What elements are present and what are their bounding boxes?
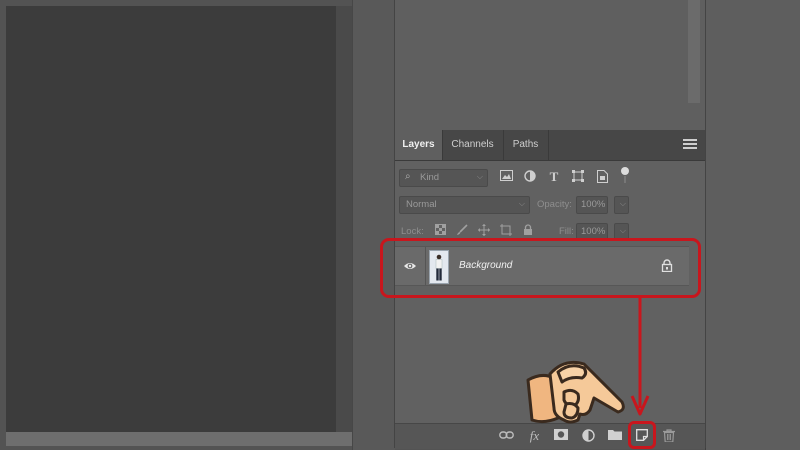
chevron-down-icon: ⌵ xyxy=(619,226,626,235)
lock-paint-icon[interactable] xyxy=(455,224,469,238)
delete-layer-icon[interactable] xyxy=(661,429,676,443)
link-layers-icon[interactable] xyxy=(499,429,514,443)
adjustment-filter-icon[interactable] xyxy=(523,170,537,184)
lock-position-icon[interactable] xyxy=(477,224,491,238)
panel-menu-icon[interactable] xyxy=(683,139,697,151)
lock-artboard-icon[interactable] xyxy=(499,224,513,238)
lock-label: Lock: xyxy=(401,226,424,237)
panel-gutter xyxy=(352,0,395,450)
type-filter-icon[interactable]: T xyxy=(547,170,561,184)
shape-filter-icon[interactable] xyxy=(571,170,585,184)
filter-toggle-icon[interactable] xyxy=(618,166,632,183)
add-mask-icon[interactable] xyxy=(553,429,568,443)
document-canvas[interactable] xyxy=(6,6,336,432)
adjustment-layer-icon[interactable] xyxy=(581,429,596,443)
tab-paths[interactable]: Paths xyxy=(503,130,549,160)
layers-bottom-toolbar: fx xyxy=(395,423,705,449)
upper-panel xyxy=(394,0,706,130)
pointing-hand-icon xyxy=(526,360,625,424)
lock-all-icon[interactable] xyxy=(521,224,535,238)
lock-transparent-icon[interactable] xyxy=(433,224,447,238)
chevron-down-icon: ⌵ xyxy=(619,199,626,208)
tab-layers[interactable]: Layers xyxy=(395,130,443,160)
highlight-new-layer-button xyxy=(628,421,656,449)
upper-panel-scrollbar[interactable] xyxy=(688,0,700,103)
opacity-stepper[interactable]: ⌵ xyxy=(614,196,629,214)
blend-mode-value: Normal xyxy=(406,199,437,210)
chevron-down-icon: ⌵ xyxy=(518,199,525,208)
fx-icon[interactable]: fx xyxy=(527,429,542,443)
filter-kind-label: Kind xyxy=(420,172,440,183)
tab-channels[interactable]: Channels xyxy=(442,130,504,160)
panel-tab-bar: Layers Channels Paths xyxy=(395,130,705,161)
opacity-value: 100% xyxy=(581,199,606,210)
new-group-icon[interactable] xyxy=(607,429,622,443)
fill-value: 100% xyxy=(581,226,606,237)
blend-mode-dropdown[interactable]: Normal ⌵ xyxy=(399,196,530,214)
fill-label: Fill: xyxy=(559,226,574,237)
canvas-vertical-scrollbar[interactable] xyxy=(336,6,352,432)
highlight-layer-row xyxy=(380,238,701,298)
canvas-horizontal-scrollbar[interactable] xyxy=(6,432,352,446)
search-icon: ⌕ xyxy=(405,171,411,182)
opacity-label: Opacity: xyxy=(537,199,572,210)
filter-kind-dropdown[interactable]: ⌕ Kind ⌵ xyxy=(399,169,488,187)
image-filter-icon[interactable] xyxy=(499,170,513,184)
opacity-field[interactable]: 100% xyxy=(576,196,608,214)
right-dock xyxy=(705,0,800,450)
chevron-down-icon: ⌵ xyxy=(476,172,483,181)
smart-object-filter-icon[interactable] xyxy=(595,170,609,184)
